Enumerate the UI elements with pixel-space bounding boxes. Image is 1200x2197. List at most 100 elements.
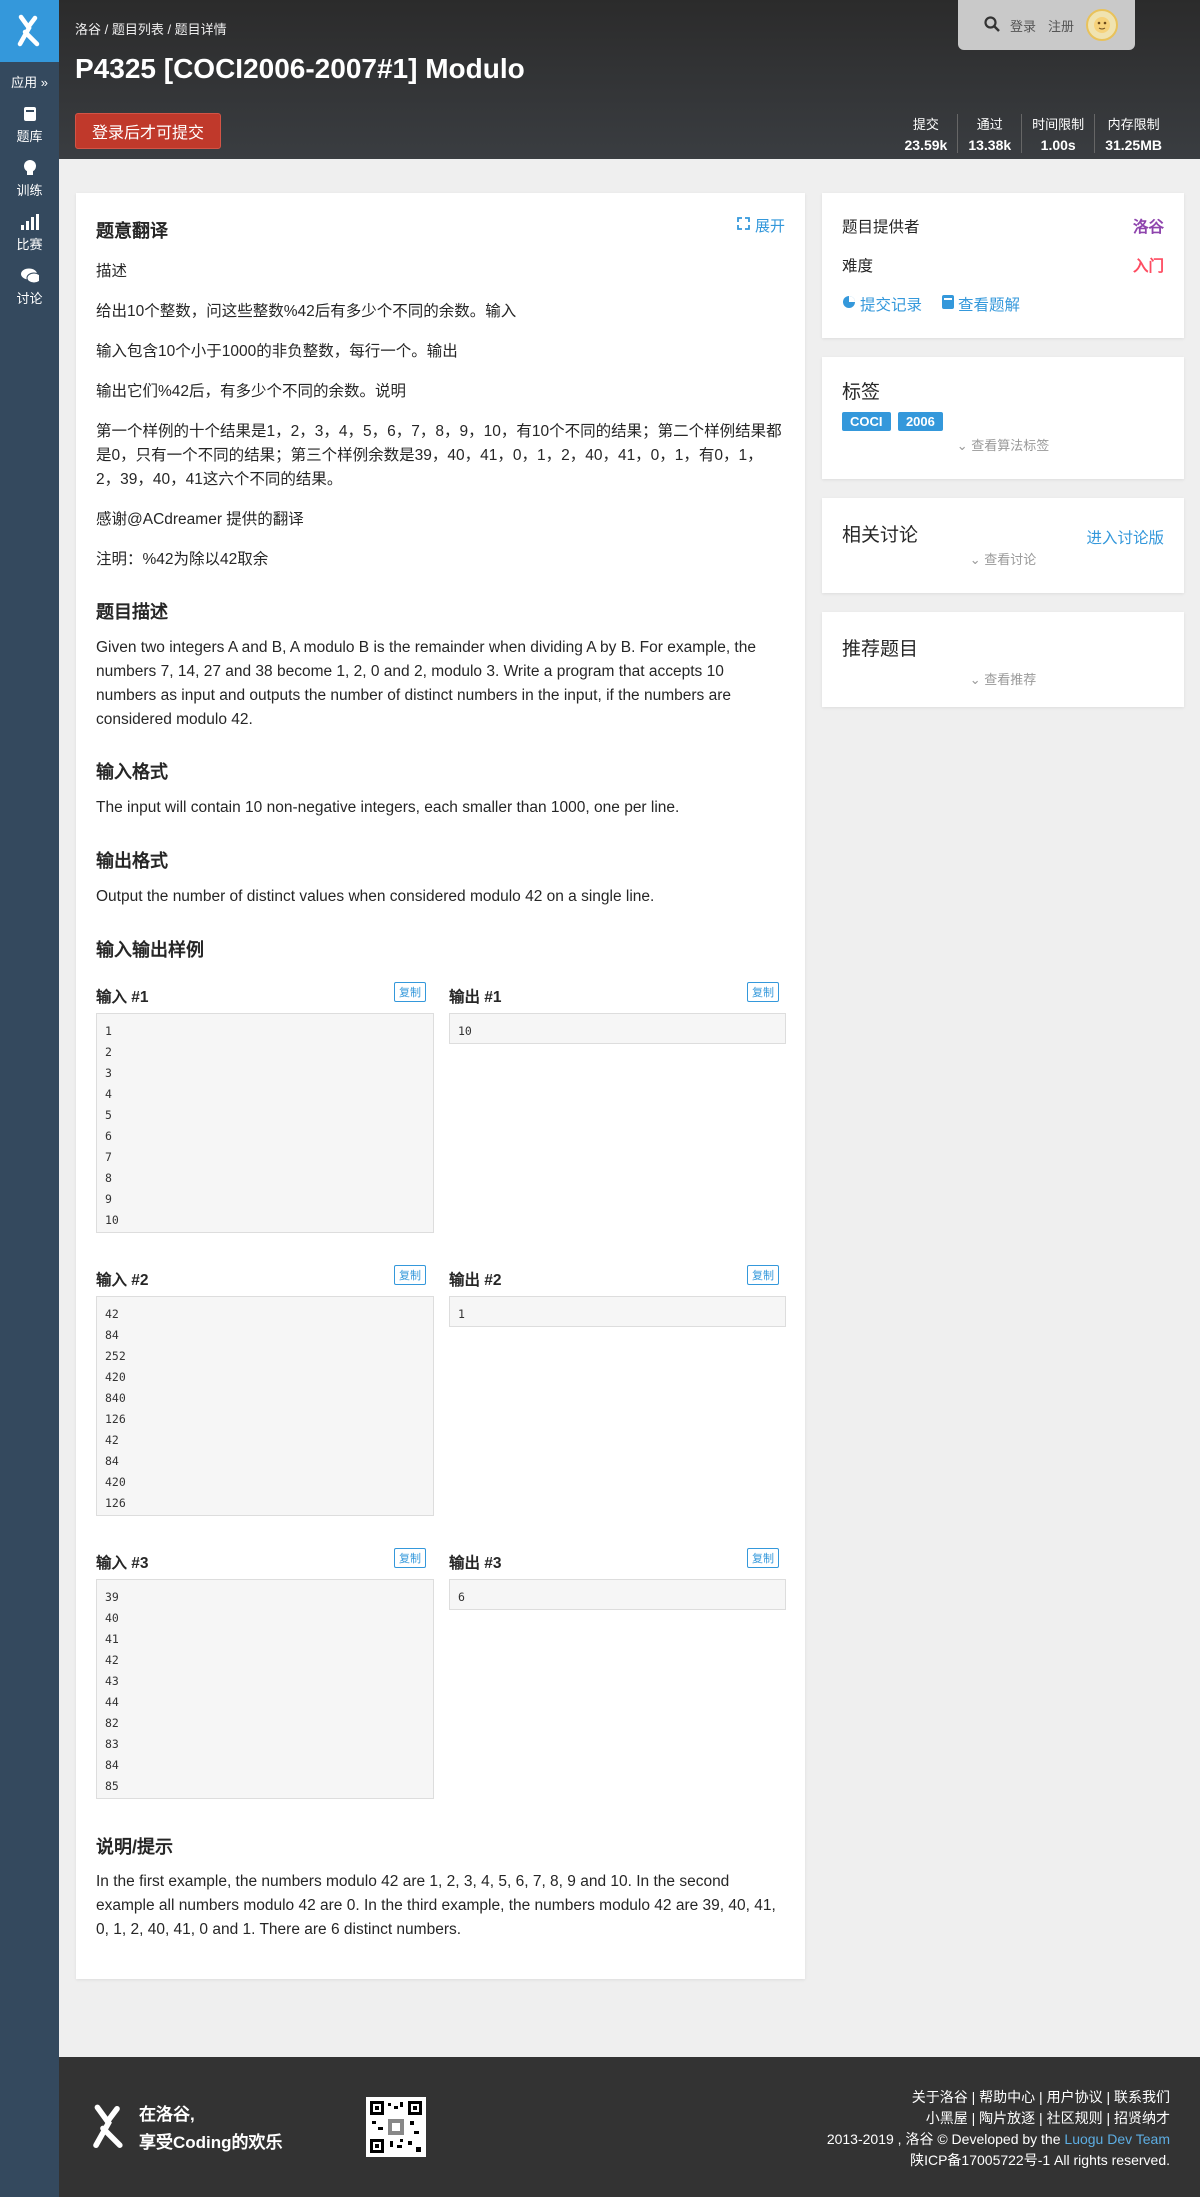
recommend-title: 推荐题目 [842, 639, 919, 660]
sidebar-item-label: 讨论 [16, 291, 43, 306]
input-format-text: The input will contain 10 non-negative i… [96, 799, 680, 816]
sample-input-label: 输入 #3 [96, 1555, 149, 1572]
sidebar-item-discuss[interactable]: 讨论 [0, 267, 59, 307]
description-title: 题目描述 [96, 602, 168, 622]
copy-input-button[interactable]: 复制 [394, 1265, 426, 1285]
sample-output-box[interactable]: 1 [449, 1296, 786, 1327]
copy-output-button[interactable]: 复制 [747, 982, 779, 1002]
translation-line: 感谢@ACdreamer 提供的翻译 [96, 511, 304, 528]
sample-output-label: 输出 #2 [449, 1272, 502, 1289]
tags-list: COCI 2006 [842, 412, 1164, 431]
luogu-logo-icon[interactable] [0, 0, 59, 62]
chevron-down-icon: ⌄ [956, 438, 972, 453]
translation-line: 输入包含10个小于1000的非负整数，每行一个。输出 [96, 343, 458, 360]
search-icon[interactable] [984, 15, 1000, 35]
tag-badge[interactable]: COCI [842, 412, 891, 431]
sample-input-box[interactable]: 1 2 3 4 5 6 7 8 9 10 [96, 1013, 434, 1233]
problem-stats: 提交 23.59k 通过 13.38k 时间限制 1.00s 内存限制 31.2… [895, 114, 1172, 153]
bar-chart-icon [20, 213, 39, 231]
apps-menu[interactable]: 应用 » [0, 72, 59, 91]
show-recommendations[interactable]: ⌄ 查看推荐 [842, 669, 1164, 688]
sidebar-item-training[interactable]: 训练 [0, 159, 59, 199]
output-format-text: Output the number of distinct values whe… [96, 888, 655, 905]
user-nav: 登录 注册 [958, 0, 1135, 50]
sidebar-item-contests[interactable]: 比赛 [0, 213, 59, 253]
sample-input-label: 输入 #1 [96, 989, 149, 1006]
submit-button[interactable]: 登录后才可提交 [75, 113, 221, 149]
chevron-down-icon: ⌄ [969, 672, 985, 687]
problem-header: 洛谷 / 题目列表 / 题目详情 P4325 [COCI2006-2007#1]… [59, 0, 1200, 159]
expand-icon [737, 217, 750, 234]
show-algo-tags[interactable]: ⌄ 查看算法标签 [842, 435, 1164, 454]
footer-slogan: 在洛谷, 享受Coding的欢乐 [139, 2105, 283, 2152]
dev-team-link[interactable]: Luogu Dev Team [1064, 2131, 1170, 2147]
translation-line: 给出10个整数，问这些整数%42后有多少个不同的余数。输入 [96, 303, 517, 320]
book-icon [942, 294, 955, 314]
records-link[interactable]: 提交记录 [860, 293, 922, 315]
expand-button[interactable]: 展开 [737, 215, 785, 236]
samples-title: 输入输出样例 [96, 940, 204, 960]
sample-input-box[interactable]: 39 40 41 42 43 44 82 83 84 85 [96, 1579, 434, 1799]
footer-logo-icon [89, 2097, 131, 2162]
input-format-title: 输入格式 [96, 762, 168, 782]
recommend-card: 推荐题目 ⌄ 查看推荐 [822, 612, 1184, 707]
chevron-down-icon: ⌄ [969, 552, 985, 567]
problem-card: 题意翻译 展开 描述 给出10个整数，问这些整数%42后有多少个不同的余数。输入… [76, 193, 805, 1979]
provider-link[interactable]: 洛谷 [1133, 215, 1164, 237]
footer: 在洛谷, 享受Coding的欢乐 关于洛谷 | 帮助中心 | 用户协议 | 联系… [59, 2057, 1200, 2197]
footer-links-row[interactable]: 关于洛谷 | 帮助中心 | 用户协议 | 联系我们 [827, 2087, 1170, 2108]
description-text: Given two integers A and B, A modulo B i… [96, 639, 756, 728]
page-title: P4325 [COCI2006-2007#1] Modulo [75, 53, 525, 84]
book-icon [21, 105, 39, 123]
problem-info-card: 题目提供者 洛谷 难度 入门 提交记录 查看题解 [822, 193, 1184, 338]
pie-chart-icon [842, 295, 856, 314]
sample-output-box[interactable]: 10 [449, 1013, 786, 1044]
chat-icon [20, 267, 39, 285]
translation-line: 描述 [96, 263, 128, 280]
translation-title: 题意翻译 [96, 221, 168, 241]
register-link[interactable]: 注册 [1048, 16, 1074, 35]
avatar[interactable] [1086, 9, 1119, 41]
provider-row: 题目提供者 洛谷 [842, 215, 1164, 237]
translation-line: 输出它们%42后，有多少个不同的余数。说明 [96, 383, 407, 400]
footer-links: 关于洛谷 | 帮助中心 | 用户协议 | 联系我们 小黑屋 | 陶片放逐 | 社… [827, 2087, 1170, 2171]
difficulty-badge: 入门 [1132, 258, 1164, 275]
lightbulb-icon [21, 159, 39, 177]
breadcrumb[interactable]: 洛谷 / 题目列表 / 题目详情 [75, 19, 227, 38]
stat-accepted: 通过 13.38k [957, 114, 1021, 153]
copy-output-button[interactable]: 复制 [747, 1265, 779, 1285]
solutions-link[interactable]: 查看题解 [958, 293, 1020, 315]
enter-forum-link[interactable]: 进入讨论版 [1086, 526, 1164, 548]
sample-output-label: 输出 #3 [449, 1555, 502, 1572]
copy-input-button[interactable]: 复制 [394, 982, 426, 1002]
translation-line: 第一个样例的十个结果是1，2，3，4，5，6，7，8，9，10，有10个不同的结… [96, 423, 782, 488]
sidebar-item-label: 训练 [16, 183, 43, 198]
show-discussions[interactable]: ⌄ 查看讨论 [842, 549, 1164, 568]
stat-memory-limit: 内存限制 31.25MB [1094, 114, 1172, 153]
difficulty-row: 难度 入门 [842, 254, 1164, 276]
sidebar-item-label: 题库 [16, 129, 43, 144]
footer-links-row[interactable]: 小黑屋 | 陶片放逐 | 社区规则 | 招贤纳才 [827, 2108, 1170, 2129]
translation-line: 注明：%42为除以42取余 [96, 551, 269, 568]
stat-time-limit: 时间限制 1.00s [1021, 114, 1094, 153]
sample-output-box[interactable]: 6 [449, 1579, 786, 1610]
sidebar-item-label: 比赛 [16, 237, 43, 252]
discussions-card: 相关讨论 进入讨论版 ⌄ 查看讨论 [822, 498, 1184, 593]
footer-copyright: 2013-2019 , 洛谷 © Developed by the Luogu … [826, 2131, 1170, 2147]
copy-input-button[interactable]: 复制 [394, 1548, 426, 1568]
sample-input-label: 输入 #2 [96, 1272, 149, 1289]
sample-output-label: 输出 #1 [449, 989, 502, 1006]
tag-badge[interactable]: 2006 [897, 412, 943, 431]
sidebar: 应用 » 题库 训练 比赛 讨论 [0, 0, 59, 2197]
qr-code-icon [366, 2097, 426, 2157]
login-link[interactable]: 登录 [1010, 16, 1036, 35]
stat-submissions: 提交 23.59k [904, 117, 948, 153]
copy-output-button[interactable]: 复制 [747, 1548, 779, 1568]
footer-icp[interactable]: 陕ICP备17005722号-1 All rights reserved. [827, 2150, 1170, 2171]
hint-title: 说明/提示 [96, 1837, 174, 1857]
sample-input-box[interactable]: 42 84 252 420 840 126 42 84 420 126 [96, 1296, 434, 1516]
hint-text: In the first example, the numbers modulo… [96, 1873, 776, 1938]
output-format-title: 输出格式 [96, 851, 168, 871]
tags-title: 标签 [842, 382, 881, 403]
sidebar-item-problems[interactable]: 题库 [0, 105, 59, 145]
